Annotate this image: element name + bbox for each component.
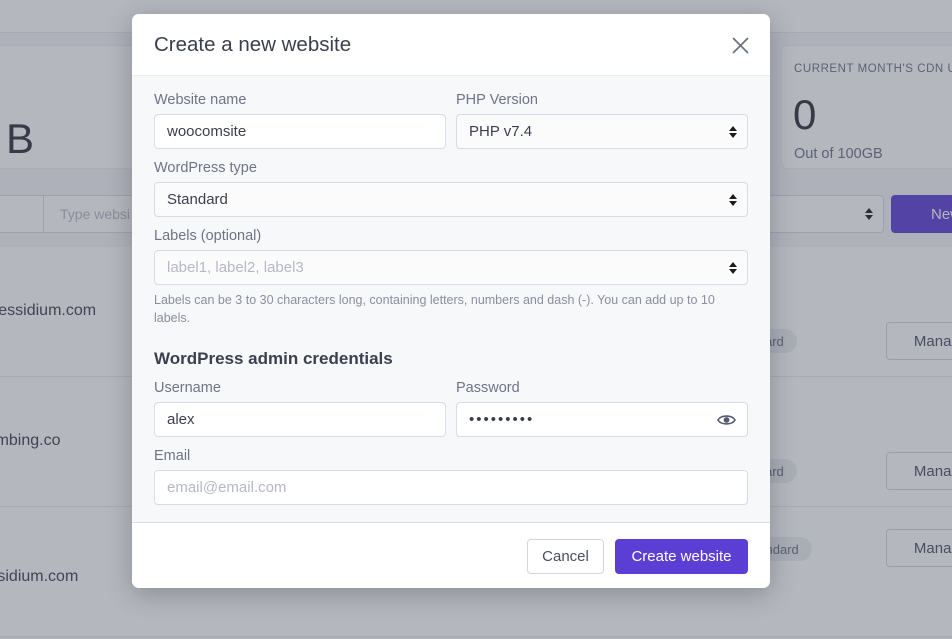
email-placeholder: email@email.com: [167, 479, 287, 496]
page-title: Create a new website: [154, 33, 352, 56]
php-version-value: PHP v7.4: [469, 123, 533, 140]
username-password-row: Username alex Password •••••••••: [154, 380, 748, 437]
php-version-select[interactable]: PHP v7.4: [456, 114, 748, 149]
labels-placeholder: label1, label2, label3: [167, 259, 304, 276]
website-name-label: Website name: [154, 92, 247, 108]
modal-footer: Cancel Create website: [132, 522, 770, 588]
email-label: Email: [154, 448, 191, 464]
username-label: Username: [154, 380, 221, 396]
website-name-input[interactable]: woocomsite: [154, 114, 446, 149]
modal-header: Create a new website: [132, 14, 770, 76]
name-and-php-row: Website name woocomsite PHP Version PHP …: [154, 92, 748, 149]
email-group: Email email@email.com: [154, 448, 748, 505]
stepper-arrows-icon: [729, 193, 737, 206]
stepper-arrows-icon: [729, 125, 737, 138]
labels-input[interactable]: label1, label2, label3: [154, 250, 748, 285]
php-version-group: PHP Version PHP v7.4: [456, 92, 748, 149]
username-group: Username alex: [154, 380, 446, 437]
wordpress-type-label: WordPress type: [154, 160, 257, 176]
password-label: Password: [456, 380, 520, 396]
modal-body: Website name woocomsite PHP Version PHP …: [132, 76, 770, 522]
email-field[interactable]: email@email.com: [154, 470, 748, 505]
credentials-section-title: WordPress admin credentials: [154, 349, 393, 368]
stepper-arrows-icon: [729, 261, 737, 274]
password-value: •••••••••: [469, 411, 535, 428]
wordpress-type-group: WordPress type Standard: [154, 160, 748, 217]
labels-label: Labels (optional): [154, 228, 262, 244]
website-name-value: woocomsite: [167, 123, 247, 140]
labels-help-text: Labels can be 3 to 30 characters long, c…: [154, 293, 715, 325]
website-name-group: Website name woocomsite: [154, 92, 446, 149]
username-value: alex: [167, 411, 195, 428]
eye-icon[interactable]: [717, 413, 736, 427]
password-input[interactable]: •••••••••: [456, 402, 748, 437]
wordpress-type-value: Standard: [167, 191, 228, 208]
close-icon[interactable]: [726, 31, 754, 59]
cancel-button[interactable]: Cancel: [527, 539, 604, 574]
php-version-label: PHP Version: [456, 92, 538, 108]
create-website-button[interactable]: Create website: [615, 539, 748, 574]
labels-group: Labels (optional) label1, label2, label3…: [154, 228, 748, 327]
wordpress-type-select[interactable]: Standard: [154, 182, 748, 217]
username-input[interactable]: alex: [154, 402, 446, 437]
password-group: Password •••••••••: [456, 380, 748, 437]
create-website-modal: Create a new website Website name woocom…: [132, 14, 770, 588]
